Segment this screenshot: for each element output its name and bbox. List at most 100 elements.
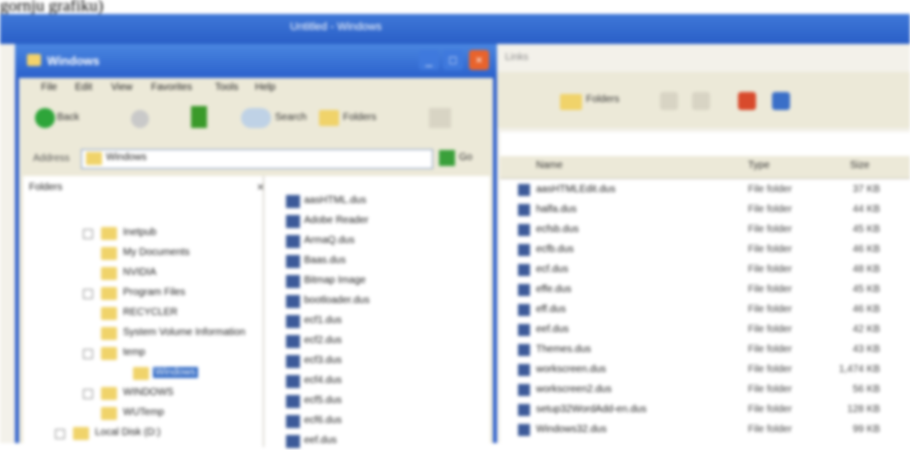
menu-favorites[interactable]: Favorites [151,82,192,93]
folder-icon [101,287,117,300]
file-type: File folder [748,244,792,255]
file-type: File folder [748,184,792,195]
table-row[interactable]: setup32WordAdd-en.dus File folder 128 KB [500,402,910,419]
name-column-header[interactable]: Name [536,160,563,171]
tree-item-label: Local Disk (D:) [95,427,161,438]
folder-tree-pane: Folders × Inetpub My Documents NVIDIA Progr… [23,176,264,447]
file-type: File folder [748,204,792,215]
go-button-label[interactable]: Go [459,152,472,163]
folders-button-label[interactable]: Folders [343,112,376,123]
go-arrow-icon[interactable] [439,150,455,166]
table-row[interactable]: ecfsb.dus File folder 45 KB [500,222,910,239]
background-toolbar: Folders [480,72,910,128]
window-title: Windows [47,54,100,68]
file-size: 37 KB [852,184,880,195]
close-button[interactable]: × [469,50,489,70]
folder-icon [101,347,117,360]
size-column-header[interactable]: Size [850,160,869,171]
file-name: ecf3.dus [304,355,342,366]
file-name: workscreen.dus [536,364,607,375]
menu-view[interactable]: View [111,82,133,93]
table-row[interactable]: workscreen2.dus File folder 56 KB [500,382,910,399]
table-row[interactable]: halfa.dus File folder 44 KB [500,202,910,219]
file-size: 1,474 KB [838,364,880,375]
table-row[interactable]: eef.dus File folder 42 KB [500,322,910,339]
delete-icon[interactable] [738,92,756,110]
table-row[interactable]: ecf.dus File folder 48 KB [500,262,910,279]
expand-icon[interactable] [83,389,93,399]
tree-item-label: Windows [153,367,198,378]
table-row[interactable]: Themes.dus File folder 43 KB [500,342,910,359]
file-icon [286,275,300,288]
menu-help[interactable]: Help [255,82,276,93]
table-row[interactable]: ecfb.dus File folder 46 KB [500,242,910,259]
back-button-label[interactable]: Back [57,112,79,123]
minimize-button[interactable]: _ [419,50,439,70]
file-size: 42 KB [852,324,880,335]
file-icon [518,304,530,316]
up-folder-icon[interactable] [191,106,207,128]
menu-file[interactable]: File [41,82,57,93]
table-row[interactable]: aasHTMLEdit.dus File folder 37 KB [500,182,910,199]
search-button-label[interactable]: Search [275,112,307,123]
folders-button-label[interactable]: Folders [586,94,619,105]
menu-bar: File Edit View Favorites Tools Help [19,78,493,98]
search-icon[interactable] [241,108,271,128]
type-column-header[interactable]: Type [748,160,770,171]
address-bar: Address Windows Go [23,148,489,170]
move-to-icon[interactable] [660,92,678,110]
address-label: Address [33,153,70,164]
folder-icon [86,152,102,165]
views-icon[interactable] [429,108,451,128]
file-icon [286,415,300,428]
address-input[interactable]: Windows [81,149,433,169]
folder-icon [101,327,117,340]
background-titlebar[interactable]: Untitled - Windows [0,14,910,44]
forward-arrow-icon[interactable] [131,110,149,128]
table-row[interactable]: Windows32.dus File folder 99 KB [500,422,910,439]
column-header: Name Type Size [500,156,910,179]
file-icon [518,264,530,276]
file-icon [518,364,530,376]
maximize-button[interactable]: □ [443,50,463,70]
file-icon [518,224,530,236]
expand-icon[interactable] [83,289,93,299]
file-name: eff.dus [536,304,566,315]
file-name: ecf4.dus [304,375,342,386]
file-type: File folder [748,304,792,315]
file-icon [286,235,300,248]
file-icon [518,404,530,416]
file-type: File folder [748,344,792,355]
toolbar: Back Search Folders [19,100,493,142]
table-row[interactable]: eff.dus File folder 46 KB [500,302,910,319]
file-icon [518,384,530,396]
file-name: ecf2.dus [304,335,342,346]
file-type: File folder [748,404,792,415]
file-size: 45 KB [852,224,880,235]
expand-icon[interactable] [83,349,93,359]
file-name: effe.dus [536,284,572,295]
table-row[interactable]: workscreen.dus File folder 1,474 KB [500,362,910,379]
folders-icon[interactable] [319,110,339,126]
file-name: aasHTML.dus [304,195,367,206]
file-type: File folder [748,424,792,435]
menu-edit[interactable]: Edit [75,82,92,93]
file-name: ecf1.dus [304,315,342,326]
links-label[interactable]: Links [505,52,565,70]
table-row[interactable]: effe.dus File folder 45 KB [500,282,910,299]
copy-to-icon[interactable] [692,92,710,110]
file-name: eef.dus [536,324,569,335]
folder-icon [101,227,117,240]
explorer-window[interactable]: Windows _ □ × File Edit View Favorites T… [15,44,497,448]
expand-icon[interactable] [83,229,93,239]
tree-item-label: temp [123,347,146,358]
expand-icon[interactable] [55,429,65,439]
file-type: File folder [748,364,792,375]
menu-tools[interactable]: Tools [215,82,238,93]
views-icon[interactable] [772,92,790,110]
explorer-titlebar[interactable]: Windows _ □ × [15,44,497,78]
tree-item-label: WUTemp [123,407,165,418]
tree-item-label: RECYCLER [123,307,178,318]
back-arrow-icon[interactable] [35,108,55,128]
folders-icon[interactable] [560,94,582,110]
